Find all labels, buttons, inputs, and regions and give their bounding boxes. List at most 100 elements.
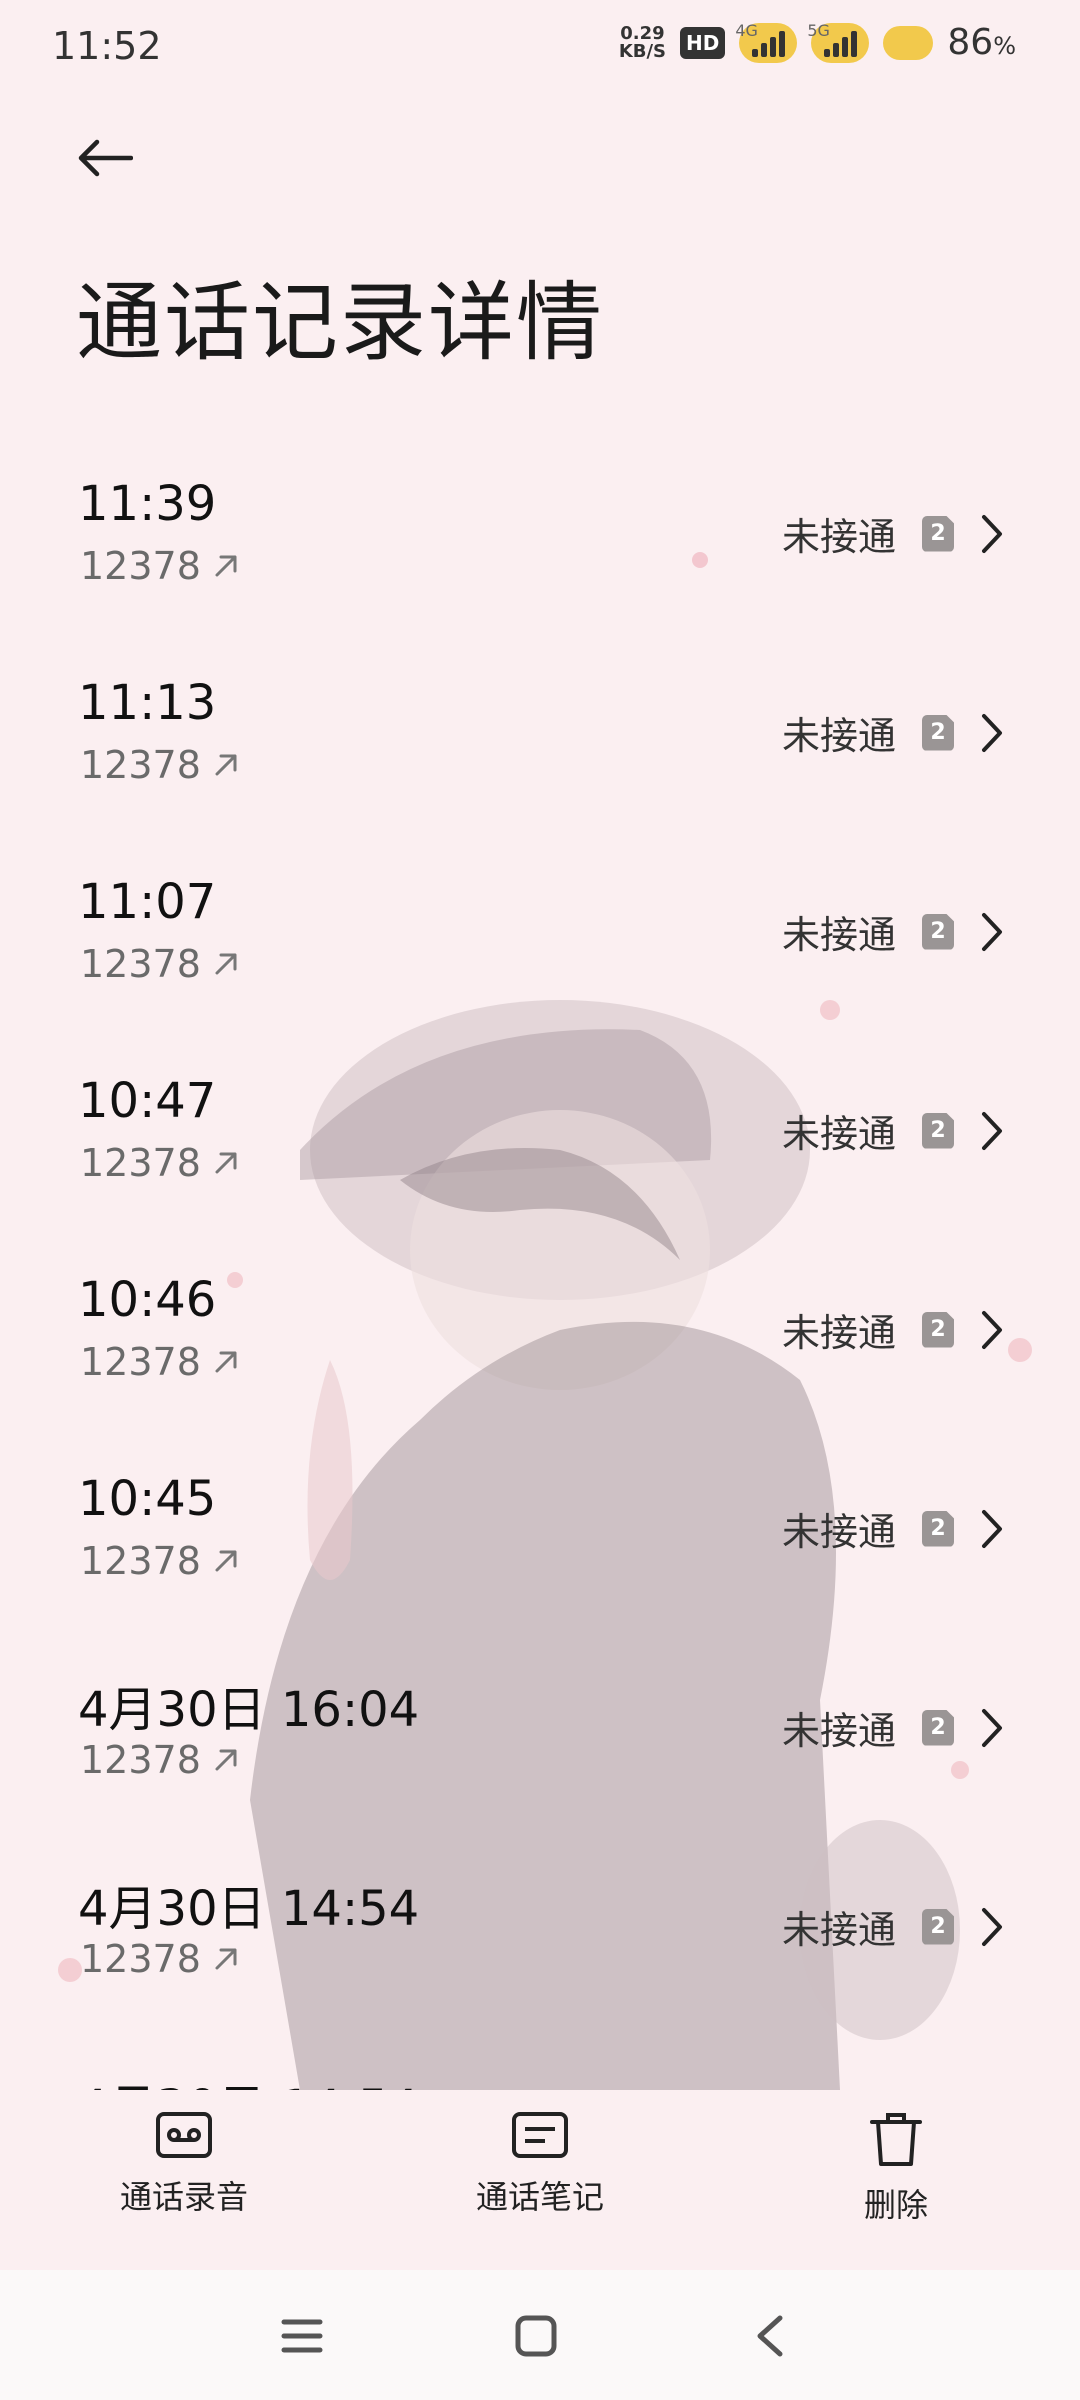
recents-button[interactable] [272, 2308, 332, 2364]
call-log-row[interactable]: 4月30日 14:54 12378 未接通 2 [0, 1833, 1080, 2032]
call-log-list[interactable]: 11:39 12378 未接通 2 11:13 12378 未接通 2 11:0… [0, 440, 1080, 2090]
call-log-row[interactable]: 11:39 12378 未接通 2 [0, 440, 1080, 639]
phone-number: 12378 [80, 1340, 201, 1384]
back-button[interactable] [70, 128, 140, 188]
chevron-right-icon[interactable] [980, 1309, 1004, 1351]
network-speed-unit: KB/S [618, 40, 667, 62]
cassette-icon [156, 2112, 212, 2158]
call-number: 12378 [80, 743, 241, 787]
call-number: 12378 [80, 1539, 241, 1583]
chevron-right-icon[interactable] [980, 1707, 1004, 1749]
hd-voice-icon: HD [680, 26, 726, 59]
call-number: 12378 [80, 1141, 241, 1185]
sim-card-icon: 2 [922, 913, 954, 950]
wifi-icon [883, 25, 934, 60]
delete-button[interactable]: 删除 [796, 2110, 996, 2226]
call-log-row[interactable]: 4月30日 16:04 12378 未接通 2 [0, 1634, 1080, 1833]
call-log-row[interactable]: 10:47 12378 未接通 2 [0, 1037, 1080, 1236]
call-time: 4月30日 14:54 [78, 1881, 420, 1937]
call-number: 12378 [80, 942, 241, 986]
call-recording-button[interactable]: 通话录音 [84, 2110, 284, 2218]
call-log-row[interactable]: 10:46 12378 未接通 2 [0, 1236, 1080, 1435]
sim-card-icon: 2 [922, 1311, 954, 1348]
chevron-right-icon[interactable] [980, 513, 1004, 555]
phone-number: 12378 [80, 1738, 201, 1782]
sim-card-icon: 2 [922, 515, 954, 552]
sim-card-icon: 2 [922, 1709, 954, 1746]
call-log-row[interactable]: 10:45 12378 未接通 2 [0, 1435, 1080, 1634]
call-status-group: 未接通 2 [782, 1899, 1004, 1954]
phone-number: 12378 [80, 942, 201, 986]
network-speed: 0.29 KB/S [618, 22, 667, 62]
chevron-right-icon[interactable] [980, 1110, 1004, 1152]
outgoing-call-icon [215, 1948, 237, 1970]
chevron-left-icon [757, 2315, 783, 2357]
call-time: 11:07 [78, 874, 217, 930]
call-number: 12378 [80, 544, 241, 588]
notes-icon [512, 2112, 568, 2158]
call-status-group: 未接通 2 [782, 506, 1004, 561]
call-number: 12378 [80, 1738, 241, 1782]
battery-indicator: 86% [947, 22, 1016, 63]
home-square-icon [515, 2315, 557, 2357]
call-time: 11:39 [78, 476, 217, 532]
sim-card-icon: 2 [922, 1908, 954, 1945]
call-notes-button[interactable]: 通话笔记 [440, 2110, 640, 2218]
sim-card-icon: 2 [922, 714, 954, 751]
chevron-right-icon[interactable] [980, 712, 1004, 754]
call-status: 未接通 [781, 1709, 896, 1753]
call-status: 未接通 [781, 1908, 896, 1952]
chevron-right-icon[interactable] [980, 1906, 1004, 1948]
status-bar: 11:52 0.29 KB/S HD 4G 5G 86% [0, 0, 1080, 100]
phone-number: 12378 [80, 544, 201, 588]
call-status: 未接通 [781, 1112, 896, 1156]
menu-icon [281, 2319, 323, 2353]
phone-number: 12378 [80, 1539, 201, 1583]
call-time: 10:46 [78, 1272, 217, 1328]
call-status: 未接通 [781, 515, 896, 559]
signal-5g-label: 5G [807, 20, 830, 40]
call-status: 未接通 [781, 1510, 896, 1554]
call-status-group: 未接通 2 [782, 904, 1004, 959]
battery-unit: % [993, 32, 1016, 60]
status-time: 11:52 [52, 24, 162, 68]
page-title: 通话记录详情 [76, 273, 604, 373]
call-status: 未接通 [781, 913, 896, 957]
signal-4g-icon: 4G [735, 21, 798, 63]
system-back-button[interactable] [740, 2308, 800, 2364]
call-number: 12378 [80, 1937, 241, 1981]
phone-number: 12378 [80, 1937, 201, 1981]
call-log-row[interactable]: 4月30日 14:54 12378 未接通 2 [0, 2032, 1080, 2090]
status-indicators: 0.29 KB/S HD 4G 5G 86% [618, 21, 1016, 64]
call-number: 12378 [80, 1340, 241, 1384]
call-time: 4月30日 16:04 [78, 1682, 420, 1738]
call-status-group: 未接通 2 [782, 1103, 1004, 1158]
call-status: 未接通 [781, 714, 896, 758]
call-status-group: 未接通 2 [782, 1700, 1004, 1755]
outgoing-call-icon [215, 555, 237, 577]
outgoing-call-icon [215, 1152, 237, 1174]
outgoing-call-icon [215, 1749, 237, 1771]
call-log-row[interactable]: 11:13 12378 未接通 2 [0, 639, 1080, 838]
call-status-group: 未接通 2 [782, 705, 1004, 760]
outgoing-call-icon [215, 1550, 237, 1572]
battery-value: 86 [947, 22, 994, 63]
trash-icon [870, 2113, 922, 2166]
call-status-group: 未接通 2 [782, 1302, 1004, 1357]
network-speed-value: 0.29 [620, 22, 665, 44]
call-time: 4月30日 14:54 [78, 2068, 419, 2090]
phone-number: 12378 [80, 1141, 201, 1185]
sim-card-icon: 2 [922, 1510, 954, 1547]
delete-label: 删除 [863, 2186, 928, 2224]
back-arrow-icon [78, 139, 133, 177]
signal-5g-icon: 5G [807, 21, 870, 63]
call-status: 未接通 [781, 1311, 896, 1355]
chevron-right-icon[interactable] [980, 1508, 1004, 1550]
call-log-row[interactable]: 11:07 12378 未接通 2 [0, 838, 1080, 1037]
home-button[interactable] [506, 2308, 566, 2364]
sim-card-icon: 2 [922, 1112, 954, 1149]
outgoing-call-icon [215, 1351, 237, 1373]
call-status-group: 未接通 2 [782, 1501, 1004, 1556]
system-navigation-bar [0, 2270, 1080, 2400]
chevron-right-icon[interactable] [980, 911, 1004, 953]
